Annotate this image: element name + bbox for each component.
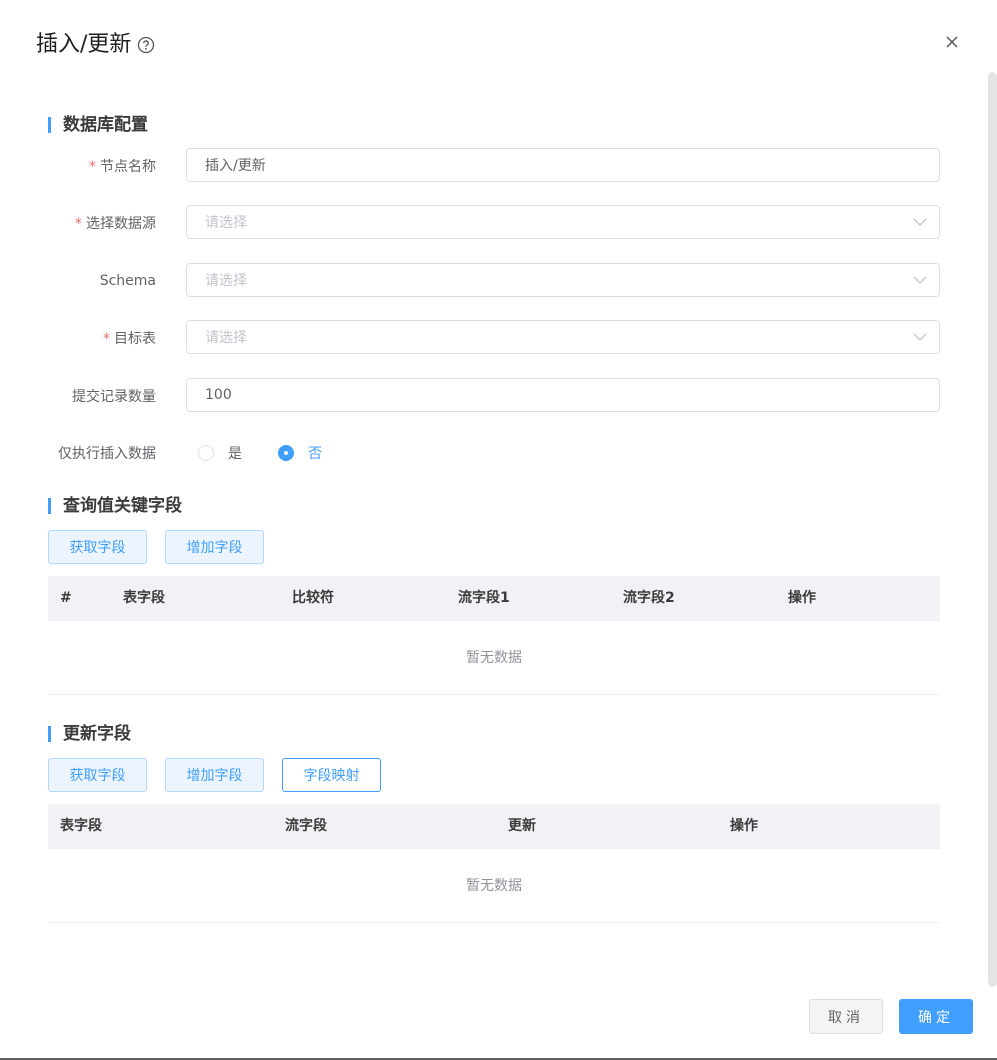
chevron-down-icon bbox=[913, 276, 927, 284]
chevron-down-icon bbox=[913, 333, 927, 341]
cancel-button[interactable]: 取消 bbox=[809, 999, 883, 1034]
form-row-commit-count: 提交记录数量 100 bbox=[48, 378, 940, 414]
radio-circle bbox=[198, 445, 214, 461]
update-get-fields-button[interactable]: 获取字段 bbox=[48, 758, 147, 792]
query-add-field-button[interactable]: 增加字段 bbox=[165, 530, 264, 564]
insert-only-label: 仅执行插入数据 bbox=[58, 446, 156, 462]
dialog-header: 插入/更新 bbox=[36, 30, 155, 60]
close-icon[interactable] bbox=[940, 30, 964, 54]
update-table-empty: 暂无数据 bbox=[48, 849, 940, 923]
chevron-down-icon bbox=[913, 218, 927, 226]
query-table-empty: 暂无数据 bbox=[48, 621, 940, 695]
section-title-db-config: 数据库配置 bbox=[48, 114, 148, 136]
commit-count-label: 提交记录数量 bbox=[72, 389, 156, 405]
column-header-stream-field-2: 流字段2 bbox=[623, 590, 675, 606]
radio-yes[interactable]: 是 bbox=[198, 443, 242, 463]
form-row-insert-only: 仅执行插入数据 是 否 bbox=[48, 435, 940, 471]
field-mapping-button[interactable]: 字段映射 bbox=[282, 758, 381, 792]
form-row-datasource: * 选择数据源 请选择 bbox=[48, 205, 940, 241]
question-circle-icon[interactable] bbox=[137, 36, 155, 54]
node-name-label: * 节点名称 bbox=[89, 159, 156, 175]
target-table-select[interactable]: 请选择 bbox=[186, 320, 940, 354]
schema-label: Schema bbox=[99, 273, 156, 289]
scrollbar[interactable] bbox=[988, 72, 997, 987]
commit-count-input[interactable]: 100 bbox=[186, 378, 940, 412]
form-row-schema: Schema 请选择 bbox=[48, 263, 940, 299]
update-add-field-button[interactable]: 增加字段 bbox=[165, 758, 264, 792]
column-header-comparator: 比较符 bbox=[292, 590, 334, 606]
dialog-title: 插入/更新 bbox=[36, 32, 132, 57]
radio-no[interactable]: 否 bbox=[278, 443, 322, 463]
column-header-stream-field-1: 流字段1 bbox=[458, 590, 510, 606]
column-header-table-field: 表字段 bbox=[60, 818, 102, 834]
query-table-header: # 表字段 比较符 流字段1 流字段2 操作 bbox=[48, 576, 940, 621]
section-title-update-fields: 更新字段 bbox=[48, 723, 131, 745]
datasource-select[interactable]: 请选择 bbox=[186, 205, 940, 239]
form-row-node-name: * 节点名称 插入/更新 bbox=[48, 148, 940, 184]
column-header-table-field: 表字段 bbox=[123, 590, 165, 606]
node-name-input[interactable]: 插入/更新 bbox=[186, 148, 940, 182]
section-title-query-keys: 查询值关键字段 bbox=[48, 495, 182, 517]
column-header-index: # bbox=[60, 590, 72, 606]
column-header-stream-field: 流字段 bbox=[285, 818, 327, 834]
target-table-label: * 目标表 bbox=[103, 331, 156, 347]
insert-update-dialog: 插入/更新 数据库配置 * 节点名称 插入/更新 * 选择数据源 请选择 Schem… bbox=[0, 0, 997, 1058]
confirm-button[interactable]: 确定 bbox=[899, 999, 973, 1034]
insert-only-radio-group: 是 否 bbox=[198, 443, 358, 463]
datasource-label: * 选择数据源 bbox=[75, 216, 156, 232]
query-get-fields-button[interactable]: 获取字段 bbox=[48, 530, 147, 564]
form-row-target-table: * 目标表 请选择 bbox=[48, 320, 940, 356]
column-header-update: 更新 bbox=[508, 818, 536, 834]
column-header-actions: 操作 bbox=[730, 818, 758, 834]
schema-select[interactable]: 请选择 bbox=[186, 263, 940, 297]
radio-circle-checked bbox=[278, 445, 294, 461]
column-header-actions: 操作 bbox=[788, 590, 816, 606]
update-table-header: 表字段 流字段 更新 操作 bbox=[48, 804, 940, 849]
